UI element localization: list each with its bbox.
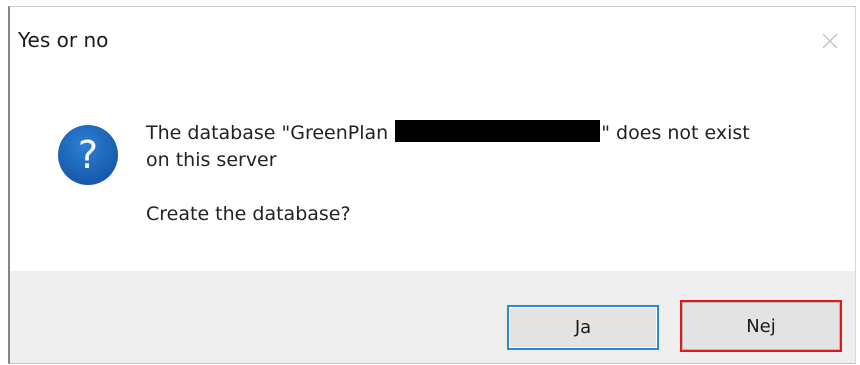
button-bar: Ja Nej — [10, 271, 855, 363]
screen: Yes or no ? The database "GreenPlan " do… — [0, 0, 860, 365]
message-line-2: on this server — [146, 149, 277, 171]
redaction-bar — [395, 120, 601, 142]
dialog-body: ? The database "GreenPlan " does not exi… — [10, 71, 855, 271]
message-question: Create the database? — [146, 203, 351, 225]
message-suffix: " does not exist — [601, 122, 750, 144]
message-dialog: Yes or no ? The database "GreenPlan " do… — [8, 6, 856, 364]
title-bar: Yes or no — [10, 7, 855, 71]
close-icon — [822, 33, 838, 49]
window-title: Yes or no — [18, 28, 109, 52]
message-line-1: The database "GreenPlan " does not exist — [146, 120, 836, 147]
no-button[interactable]: Nej — [680, 300, 842, 352]
yes-button[interactable]: Ja — [507, 305, 659, 350]
close-button[interactable] — [807, 21, 853, 61]
message-prefix: The database "GreenPlan — [146, 122, 389, 144]
message-text: The database "GreenPlan " does not exist… — [146, 120, 836, 228]
svg-text:?: ? — [78, 133, 98, 177]
question-icon: ? — [58, 125, 118, 185]
